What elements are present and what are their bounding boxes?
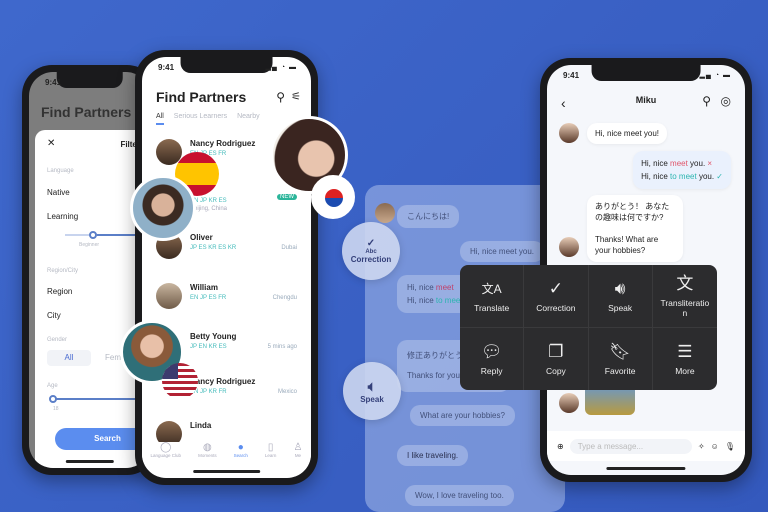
status-icons: ▂▄ ◔ ▬ — [699, 72, 731, 79]
status-icons: ▂▄ ◔ ▬ — [265, 64, 297, 71]
page-title: Find Partners — [41, 104, 132, 120]
message: こんにちは! — [397, 205, 460, 228]
correction-feature-bubble: ✓ Abc Correction — [342, 222, 400, 280]
menu-speak[interactable]: 🔊︎ Speak — [588, 265, 653, 328]
menu-translate[interactable]: 文A Translate — [460, 265, 525, 328]
composer: ⊕ Type a message... ✧ ☺ 🎙︎ — [547, 431, 745, 461]
status-time: 9:41 — [563, 71, 580, 80]
native-field[interactable]: Native — [47, 188, 70, 197]
reply-icon: 💬︎ — [480, 342, 503, 362]
region-field[interactable]: Region — [47, 287, 72, 296]
emoji-icon[interactable]: ☺ — [711, 442, 719, 451]
new-badge: NEW — [277, 194, 297, 200]
avatar — [559, 123, 579, 143]
region-label: Region/City — [47, 268, 79, 274]
partners-phone: 9:41 ▂▄ ◔ ▬ Find Partners ⚲ ⚟ All Seriou… — [135, 50, 318, 485]
message: Hi, nice meet you. — [460, 241, 545, 262]
menu-copy[interactable]: ❐ Copy — [524, 327, 589, 390]
message: What are your hobbies? — [410, 405, 515, 426]
tabs: All Serious Learners Nearby — [156, 113, 260, 125]
learning-field[interactable]: Learning — [47, 212, 78, 221]
city-field[interactable]: City — [47, 311, 61, 320]
translate-icon: 文A — [481, 282, 502, 297]
add-icon[interactable]: ⊕ — [557, 442, 564, 451]
level-label: Beginner — [79, 242, 100, 248]
transliteration-icon: 文 — [676, 274, 694, 294]
contact-name: Miku — [635, 95, 657, 105]
message: Hi, nice meet you! — [587, 123, 668, 144]
avatar — [375, 203, 395, 223]
bookmark-icon: 🔖︎ — [609, 342, 631, 362]
partner-row[interactable]: Oliver JP ES KR ES KR Dubai — [156, 233, 301, 273]
close-icon[interactable]: ✕ — [47, 138, 55, 149]
partner-row[interactable]: William EN JP ES FR Chengdu — [156, 283, 301, 323]
filter-icon[interactable]: ⚟ — [291, 90, 301, 103]
menu-transliteration[interactable]: 文 Transliteration — [652, 265, 717, 328]
page-title: Find Partners — [156, 89, 247, 105]
usa-flag-icon — [162, 363, 198, 399]
magic-icon[interactable]: ✧ — [698, 442, 705, 451]
age-label: Age — [47, 383, 58, 389]
message-context-menu: 文A Translate ✓ Correction 🔊︎ Speak 文 Transli… — [460, 265, 717, 390]
tab-nearby[interactable]: Nearby — [237, 113, 260, 125]
nav-me[interactable]: ♙ Me — [293, 442, 302, 470]
settings-icon[interactable]: ◎ — [721, 94, 731, 108]
nav-moments[interactable]: ◍ Moments — [198, 442, 217, 470]
nav-language-club[interactable]: ◯ Language Club — [151, 442, 182, 470]
bottom-nav: ◯ Language Club ◍ Moments ● Search ▯ Learn ♙… — [142, 442, 311, 470]
speak-feature-bubble: 🔈︎ Speak — [343, 362, 401, 420]
gender-all-option[interactable]: All — [47, 350, 91, 366]
nav-learn[interactable]: ▯ Learn — [265, 442, 277, 470]
tab-all[interactable]: All — [156, 113, 164, 125]
avatar-man — [130, 175, 196, 241]
message: I like traveling. — [397, 445, 469, 466]
tab-serious-learners[interactable]: Serious Learners — [174, 113, 227, 125]
message[interactable]: ありがとう！ あなたの趣味は何ですか? Thanks! What are your… — [587, 195, 683, 262]
gender-label: Gender — [47, 337, 68, 343]
copy-icon: ❐ — [548, 342, 564, 362]
search-icon[interactable]: ⚲ — [276, 90, 285, 104]
status-time: 9:41 — [45, 78, 62, 87]
menu-reply[interactable]: 💬︎ Reply — [460, 327, 525, 390]
search-icon[interactable]: ⚲ — [702, 94, 711, 108]
check-icon: ✓ — [366, 238, 376, 249]
menu-correction[interactable]: ✓ Correction — [524, 265, 589, 328]
message-input[interactable]: Type a message... — [569, 438, 692, 454]
korea-flag-icon — [311, 175, 355, 219]
list-check-icon: ☰ — [677, 342, 693, 362]
nav-search[interactable]: ● Search — [234, 442, 248, 470]
menu-favorite[interactable]: 🔖︎ Favorite — [589, 327, 653, 390]
avatar — [559, 393, 579, 413]
age-min: 18 — [53, 406, 59, 412]
filter-sheet: ✕ Filter Language Native Learning Beginn… — [35, 130, 150, 468]
correction-icon: ✓ — [548, 279, 563, 299]
speaker-icon: 🔈︎ — [367, 378, 377, 394]
status-time: 9:41 — [158, 63, 175, 72]
correction-message: Hi, nice meet you. × Hi, nice to meet yo… — [633, 151, 731, 189]
speaker-icon: 🔊︎ — [614, 279, 626, 299]
mic-icon[interactable]: 🎙︎ — [725, 442, 735, 451]
language-label: Language — [47, 168, 74, 174]
avatar — [559, 237, 579, 257]
message: Wow, I love traveling too. — [405, 485, 514, 506]
menu-more[interactable]: ☰ More — [653, 328, 717, 391]
